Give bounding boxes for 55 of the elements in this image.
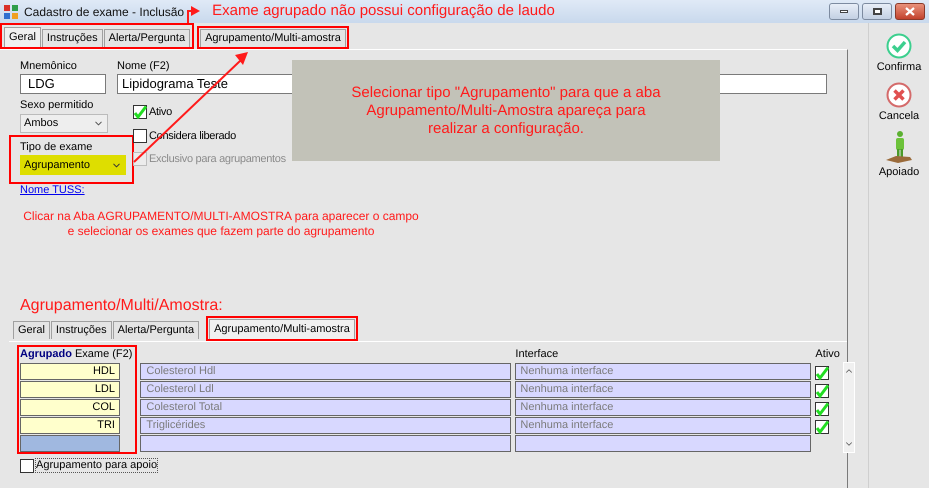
column-header: Agrupado (20, 347, 72, 362)
field-label: Mnemônico (20, 59, 78, 73)
checkbox[interactable] (815, 366, 830, 380)
code-cell[interactable]: LDL (20, 381, 120, 398)
field-label: Tipo de exame (20, 140, 94, 154)
input-field[interactable]: LDG (20, 74, 106, 94)
close-icon (905, 7, 915, 16)
code-cell[interactable]: TRI (20, 417, 120, 434)
code-cell[interactable]: HDL (20, 363, 120, 380)
tab[interactable]: Alerta/Pergunta (104, 29, 190, 47)
column-header: Exame (F2) (74, 347, 132, 362)
tab[interactable]: Agrupamento/Multi-amostra (200, 29, 346, 47)
window-title: Cadastro de exame - Inclusão (24, 4, 184, 20)
annotation-arrow (187, 6, 200, 23)
field-label: Nome (F2) (117, 59, 171, 73)
check-circle-icon (886, 33, 912, 59)
app-icon (3, 4, 19, 20)
toolbar-button[interactable]: Cancela (878, 82, 920, 124)
toolbar-button[interactable]: Confirma (876, 33, 922, 76)
checkbox-label: Agrupamento para apoio (35, 458, 158, 473)
exam-cell[interactable] (140, 435, 512, 452)
minimize-button[interactable] (829, 3, 859, 20)
checkbox[interactable] (133, 128, 147, 143)
checkbox-label: Ativo (149, 105, 172, 120)
annotation-text: Exame agrupado não possui configuração de laudo (212, 1, 555, 22)
interface-cell[interactable] (515, 435, 812, 452)
checkbox[interactable] (815, 420, 830, 434)
tab[interactable]: Agrupamento/Multi-amostra (209, 319, 355, 339)
checkbox[interactable] (815, 402, 830, 416)
toolbar-button[interactable]: Apoiado (878, 130, 920, 180)
note-tooltip: Selecionar tipo "Agrupamento" para que a aba Agrupamento/Multi-Amostra apareça para realizar a configuração. (292, 60, 720, 161)
close-button[interactable] (895, 3, 925, 20)
code-cell[interactable]: COL (20, 399, 120, 416)
maximize-button[interactable] (862, 3, 892, 20)
person-on-hand-icon (884, 130, 914, 164)
field-label: Sexo permitido (20, 98, 94, 112)
link[interactable]: Nome TUSS: (20, 184, 85, 197)
checkbox[interactable] (20, 458, 34, 472)
close-circle-icon (886, 82, 912, 108)
checkbox-label: Exclusivo para agrupamentos (149, 152, 286, 167)
tab[interactable]: Geral (13, 321, 50, 339)
checkbox[interactable] (133, 105, 147, 120)
tab[interactable]: Geral (4, 27, 41, 47)
select-field[interactable]: Ambos (20, 114, 108, 133)
column-header: Interface (515, 347, 558, 362)
column-header: Ativo (815, 347, 840, 362)
tab[interactable]: Instruções (50, 321, 112, 339)
select-field[interactable]: Agrupamento (20, 155, 126, 175)
tab[interactable]: Alerta/Pergunta (112, 321, 200, 339)
scrollbar[interactable] (842, 362, 855, 453)
section-title: Agrupamento/Multi/Amostra: (20, 297, 223, 315)
checkbox[interactable] (815, 384, 830, 398)
tab[interactable]: Instruções (42, 29, 103, 47)
code-cell[interactable] (20, 435, 120, 452)
instruction-text: Clicar na Aba AGRUPAMENTO/MULTI-AMOSTRA para aparecer o campo e selecionar os exames que fazem parte do agrupamento (22, 209, 420, 239)
